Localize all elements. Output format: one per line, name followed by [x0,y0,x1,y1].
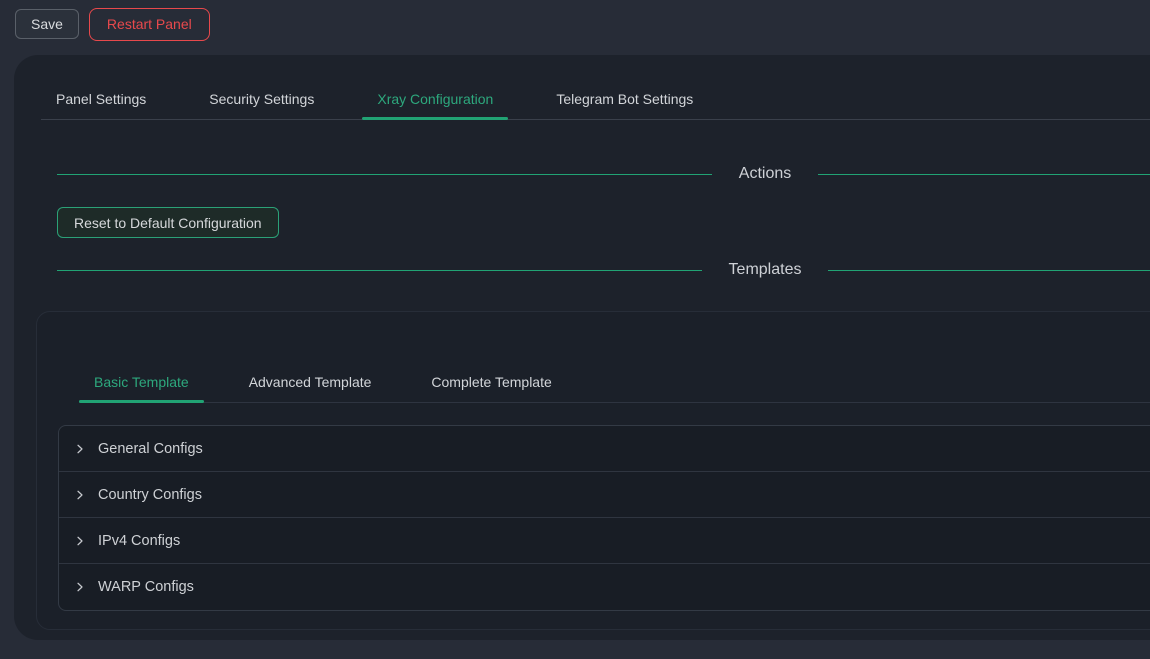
save-button[interactable]: Save [15,9,79,39]
collapse-row-ipv4-configs[interactable]: IPv4 Configs [59,518,1150,564]
divider-line-right [818,174,1150,175]
collapse-row-label: General Configs [98,441,203,457]
tab-xray-configuration[interactable]: Xray Configuration [362,80,508,119]
template-tab-bar: Basic Template Advanced Template Complet… [79,362,1150,403]
collapse-row-label: WARP Configs [98,579,194,595]
templates-divider: Templates [57,250,1150,290]
restart-panel-button[interactable]: Restart Panel [89,8,210,41]
tab-panel-settings[interactable]: Panel Settings [41,80,161,119]
tab-telegram-bot-settings[interactable]: Telegram Bot Settings [541,80,708,119]
actions-row: Reset to Default Configuration [57,207,1150,238]
tab-basic-template[interactable]: Basic Template [79,362,204,402]
templates-card: Basic Template Advanced Template Complet… [36,311,1150,630]
chevron-right-icon [74,443,86,455]
settings-tab-bar: Panel Settings Security Settings Xray Co… [41,80,1150,120]
top-toolbar: Save Restart Panel [0,0,1150,48]
actions-divider: Actions [57,154,1150,194]
tab-complete-template[interactable]: Complete Template [416,362,566,402]
chevron-right-icon [74,581,86,593]
divider-line-right [828,270,1150,271]
chevron-right-icon [74,535,86,547]
tab-advanced-template[interactable]: Advanced Template [234,362,387,402]
templates-section-title: Templates [702,261,829,279]
divider-line-left [57,174,712,175]
divider-line-left [57,270,702,271]
reset-default-config-button[interactable]: Reset to Default Configuration [57,207,279,238]
tab-security-settings[interactable]: Security Settings [194,80,329,119]
actions-section-title: Actions [712,165,818,183]
collapse-row-country-configs[interactable]: Country Configs [59,472,1150,518]
config-collapse-list: General Configs Country Configs IPv4 Con… [58,425,1150,611]
collapse-row-warp-configs[interactable]: WARP Configs [59,564,1150,610]
chevron-right-icon [74,489,86,501]
settings-card: Panel Settings Security Settings Xray Co… [14,55,1150,640]
collapse-row-label: IPv4 Configs [98,533,180,549]
collapse-row-general-configs[interactable]: General Configs [59,426,1150,472]
collapse-row-label: Country Configs [98,487,202,503]
